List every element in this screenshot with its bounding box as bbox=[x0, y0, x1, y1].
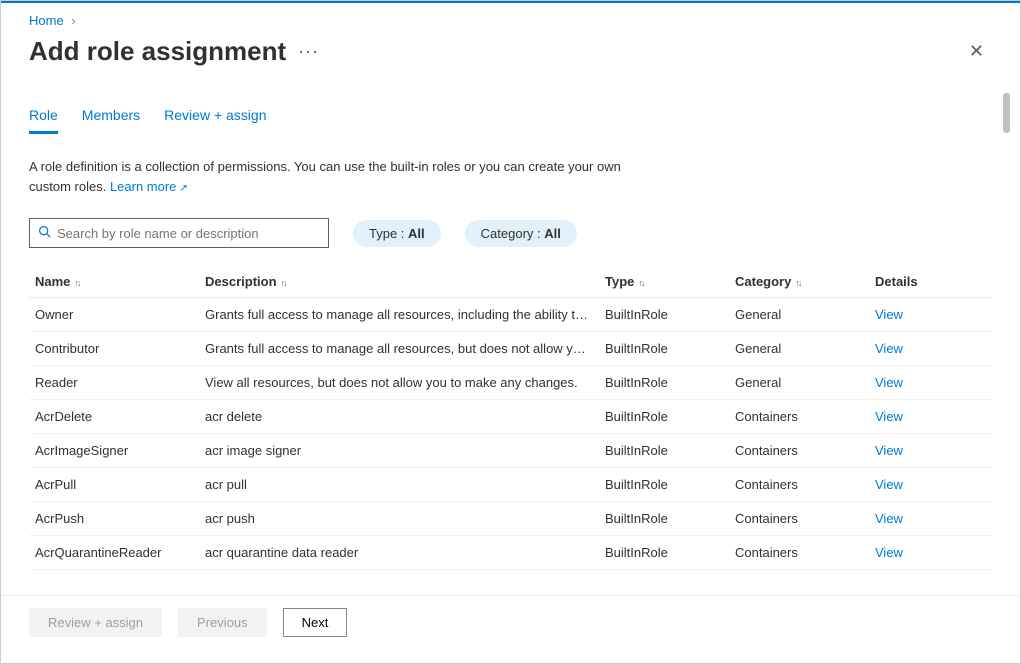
role-description: acr quarantine data writer bbox=[199, 570, 599, 582]
view-link[interactable]: View bbox=[875, 579, 903, 581]
role-description: Grants full access to manage all resourc… bbox=[199, 332, 599, 366]
role-type: BuiltInRole bbox=[599, 332, 729, 366]
table-row[interactable]: OwnerGrants full access to manage all re… bbox=[29, 298, 992, 332]
tab-review[interactable]: Review + assign bbox=[164, 107, 266, 134]
role-description: acr image signer bbox=[199, 434, 599, 468]
role-name: AcrPush bbox=[29, 502, 199, 536]
previous-button: Previous bbox=[178, 608, 267, 637]
role-type: BuiltInRole bbox=[599, 298, 729, 332]
search-icon bbox=[38, 225, 51, 241]
horizontal-scrollbar[interactable] bbox=[1, 649, 1020, 663]
col-category[interactable]: Category↑↓ bbox=[729, 266, 869, 298]
description-text: A role definition is a collection of per… bbox=[29, 157, 649, 196]
col-details: Details bbox=[869, 266, 992, 298]
role-type: BuiltInRole bbox=[599, 400, 729, 434]
role-type: BuiltInRole bbox=[599, 434, 729, 468]
more-icon[interactable]: ··· bbox=[298, 41, 319, 62]
role-description: View all resources, but does not allow y… bbox=[199, 366, 599, 400]
filter-category[interactable]: Category : All bbox=[465, 220, 577, 247]
role-category: Containers bbox=[729, 468, 869, 502]
sort-icon: ↑↓ bbox=[281, 278, 286, 288]
role-category: Containers bbox=[729, 570, 869, 582]
view-link[interactable]: View bbox=[875, 341, 903, 356]
role-type: BuiltInRole bbox=[599, 502, 729, 536]
role-description: acr push bbox=[199, 502, 599, 536]
role-description: acr quarantine data reader bbox=[199, 536, 599, 570]
filter-type[interactable]: Type : All bbox=[353, 220, 441, 247]
tab-members[interactable]: Members bbox=[82, 107, 140, 134]
role-category: Containers bbox=[729, 502, 869, 536]
role-description: acr pull bbox=[199, 468, 599, 502]
col-type[interactable]: Type↑↓ bbox=[599, 266, 729, 298]
tab-role[interactable]: Role bbox=[29, 107, 58, 134]
table-row[interactable]: AcrPullacr pullBuiltInRoleContainers View bbox=[29, 468, 992, 502]
tab-bar: Role Members Review + assign bbox=[29, 107, 992, 135]
col-description[interactable]: Description↑↓ bbox=[199, 266, 599, 298]
role-name: AcrQuarantineReader bbox=[29, 536, 199, 570]
role-type: BuiltInRole bbox=[599, 366, 729, 400]
breadcrumb: Home › bbox=[29, 13, 992, 28]
view-link[interactable]: View bbox=[875, 443, 903, 458]
role-name: Contributor bbox=[29, 332, 199, 366]
view-link[interactable]: View bbox=[875, 375, 903, 390]
search-box[interactable] bbox=[29, 218, 329, 248]
role-category: General bbox=[729, 332, 869, 366]
external-link-icon: ↗ bbox=[179, 183, 187, 194]
breadcrumb-home[interactable]: Home bbox=[29, 13, 64, 28]
role-type: BuiltInRole bbox=[599, 570, 729, 582]
close-button[interactable]: ✕ bbox=[961, 37, 992, 66]
role-description: Grants full access to manage all resourc… bbox=[199, 298, 599, 332]
roles-table: Name↑↓ Description↑↓ Type↑↓ Category↑↓ D… bbox=[29, 266, 992, 581]
table-row[interactable]: ContributorGrants full access to manage … bbox=[29, 332, 992, 366]
review-assign-button: Review + assign bbox=[29, 608, 162, 637]
table-row[interactable]: AcrQuarantineReaderacr quarantine data r… bbox=[29, 536, 992, 570]
sort-icon: ↑↓ bbox=[74, 278, 79, 288]
role-category: Containers bbox=[729, 536, 869, 570]
sort-icon: ↑↓ bbox=[638, 278, 643, 288]
role-type: BuiltInRole bbox=[599, 468, 729, 502]
table-row[interactable]: ReaderView all resources, but does not a… bbox=[29, 366, 992, 400]
table-row[interactable]: AcrQuarantineWriteracr quarantine data w… bbox=[29, 570, 992, 582]
role-name: AcrPull bbox=[29, 468, 199, 502]
learn-more-link[interactable]: Learn more↗ bbox=[110, 179, 188, 194]
view-link[interactable]: View bbox=[875, 409, 903, 424]
footer-bar: Review + assign Previous Next bbox=[1, 595, 1020, 649]
role-category: Containers bbox=[729, 434, 869, 468]
search-input[interactable] bbox=[57, 226, 320, 241]
col-name[interactable]: Name↑↓ bbox=[29, 266, 199, 298]
role-category: Containers bbox=[729, 400, 869, 434]
view-link[interactable]: View bbox=[875, 545, 903, 560]
role-name: AcrDelete bbox=[29, 400, 199, 434]
table-row[interactable]: AcrImageSigneracr image signerBuiltInRol… bbox=[29, 434, 992, 468]
view-link[interactable]: View bbox=[875, 477, 903, 492]
page-title: Add role assignment bbox=[29, 36, 286, 67]
view-link[interactable]: View bbox=[875, 307, 903, 322]
scrollbar-thumb[interactable] bbox=[1003, 93, 1010, 133]
role-name: Reader bbox=[29, 366, 199, 400]
role-description: acr delete bbox=[199, 400, 599, 434]
role-category: General bbox=[729, 298, 869, 332]
table-row[interactable]: AcrDeleteacr deleteBuiltInRoleContainers… bbox=[29, 400, 992, 434]
role-name: AcrImageSigner bbox=[29, 434, 199, 468]
role-name: AcrQuarantineWriter bbox=[29, 570, 199, 582]
chevron-right-icon: › bbox=[71, 13, 75, 28]
sort-icon: ↑↓ bbox=[795, 278, 800, 288]
next-button[interactable]: Next bbox=[283, 608, 348, 637]
close-icon: ✕ bbox=[969, 41, 984, 61]
role-name: Owner bbox=[29, 298, 199, 332]
view-link[interactable]: View bbox=[875, 511, 903, 526]
role-category: General bbox=[729, 366, 869, 400]
role-type: BuiltInRole bbox=[599, 536, 729, 570]
table-row[interactable]: AcrPushacr pushBuiltInRoleContainers View bbox=[29, 502, 992, 536]
